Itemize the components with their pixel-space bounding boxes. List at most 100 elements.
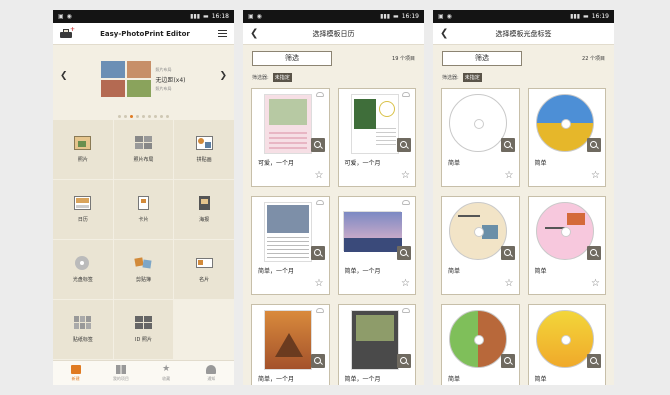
zoom-icon[interactable]	[310, 246, 325, 260]
carousel-dot-active[interactable]	[130, 115, 133, 118]
template-card[interactable]: 简单，一个月 ☆	[251, 304, 330, 385]
zoom-icon[interactable]	[587, 138, 601, 152]
disc-thumbnail	[449, 202, 507, 260]
tab-new[interactable]: 新建	[56, 364, 96, 382]
calendar-thumbnail	[350, 310, 399, 370]
template-card[interactable]: 简单 ☆	[527, 196, 606, 295]
template-card[interactable]: 简单，一个月 ☆	[337, 304, 416, 385]
disc-thumbnail	[449, 94, 507, 152]
template-label: 简单，一个月	[344, 268, 381, 275]
zoom-icon[interactable]	[587, 246, 601, 260]
carousel-dot[interactable]	[124, 115, 127, 118]
tile-photo[interactable]: 照片	[53, 120, 113, 179]
template-card[interactable]: 简单 ☆	[441, 304, 520, 385]
bottom-tab-bar: 新建 我的项目 ★ 收藏 通知	[53, 360, 234, 385]
filter-button[interactable]: 筛选	[252, 50, 332, 66]
tile-disc-label[interactable]: 光盘标签	[53, 240, 113, 299]
carousel-dot[interactable]	[154, 115, 157, 118]
zoom-icon[interactable]	[500, 354, 515, 368]
favorite-star-icon[interactable]: ☆	[591, 279, 600, 289]
printer-icon[interactable]: +	[60, 26, 75, 38]
cloud-download-icon	[402, 200, 410, 205]
scrapbook-icon	[134, 256, 152, 270]
menu-icon[interactable]	[218, 30, 227, 37]
template-card[interactable]: 简单，一个月 ☆	[337, 196, 416, 295]
tile-label: 卡片	[138, 217, 149, 223]
favorite-star-icon[interactable]: ☆	[505, 279, 514, 289]
carousel-dot[interactable]	[142, 115, 145, 118]
disc-thumbnail	[535, 94, 594, 152]
favorite-star-icon[interactable]: ☆	[401, 171, 410, 181]
template-label: 简单	[534, 376, 547, 383]
zoom-icon[interactable]	[587, 354, 601, 368]
carousel-dot[interactable]	[118, 115, 121, 118]
template-label: 简单，一个月	[344, 376, 381, 383]
tile-scrapbook[interactable]: 剪贴簿	[113, 240, 174, 299]
favorite-star-icon[interactable]: ☆	[315, 279, 324, 289]
chevron-right-icon[interactable]: ❯	[219, 71, 227, 81]
template-card[interactable]: 简单 ☆	[441, 88, 520, 187]
tab-notifications[interactable]: 通知	[191, 364, 231, 382]
template-card[interactable]: 简单 ☆	[527, 88, 606, 187]
template-card[interactable]: 简单 ☆	[441, 196, 520, 295]
tile-calendar[interactable]: 日历	[53, 180, 113, 239]
tile-business-card[interactable]: 名片	[174, 240, 234, 299]
filter-value-badge[interactable]: 未指定	[272, 72, 292, 82]
tab-label: 我的项目	[112, 375, 129, 381]
favorite-star-icon[interactable]: ☆	[591, 171, 600, 181]
zoom-icon[interactable]	[397, 246, 411, 260]
back-arrow-icon[interactable]: ❮	[250, 28, 260, 39]
back-arrow-icon[interactable]: ❮	[440, 28, 450, 39]
favorite-star-icon[interactable]: ☆	[401, 279, 410, 289]
template-card[interactable]: 可爱，一个月 ☆	[251, 88, 330, 187]
zoom-icon[interactable]	[397, 138, 411, 152]
template-card[interactable]: 可爱，一个月 ☆	[337, 88, 416, 187]
tile-card[interactable]: 卡片	[113, 180, 174, 239]
banner-carousel[interactable]: ❮ 照片布局 无边距(x4) 照片布局 ❯	[53, 45, 234, 113]
calendar-thumbnail	[264, 310, 312, 370]
status-bar: ▣ ◉ ▮▮▮ ▬ 16:18	[53, 10, 234, 23]
carousel-dot[interactable]	[148, 115, 151, 118]
card-icon	[135, 196, 152, 210]
cloud-download-icon	[402, 92, 410, 97]
favorite-star-icon[interactable]: ☆	[505, 171, 514, 181]
tab-my-projects[interactable]: 我的项目	[101, 364, 141, 382]
carousel-dot[interactable]	[136, 115, 139, 118]
tile-id-photo[interactable]: ID 照片	[113, 300, 174, 359]
tile-label: 名片	[199, 277, 210, 283]
signal-icon: ▮▮▮	[190, 13, 201, 20]
banner-caption: 照片布局	[155, 85, 172, 91]
status-time: 16:19	[401, 13, 419, 20]
tile-label: 照片	[77, 157, 88, 163]
battery-icon: ▬	[583, 13, 589, 20]
business-card-icon	[195, 256, 213, 270]
zoom-icon[interactable]	[500, 246, 515, 260]
notifications-icon	[206, 364, 217, 374]
phone-calendar-templates: ▣ ◉ ▮▮▮ ▬ 16:19 ❮ 选择模板日历 筛选 19 个项目 筛选器: 未指定…	[243, 10, 424, 385]
zoom-icon[interactable]	[310, 138, 325, 152]
filter-button[interactable]: 筛选	[442, 50, 522, 66]
chevron-left-icon[interactable]: ❮	[60, 71, 68, 81]
filter-value-badge[interactable]: 未指定	[462, 72, 482, 82]
template-label: 可爱，一个月	[258, 160, 295, 167]
zoom-icon[interactable]	[500, 138, 515, 152]
template-card[interactable]: 简单，一个月 ☆	[251, 196, 330, 295]
carousel-dot[interactable]	[166, 115, 169, 118]
item-count: 19 个项目	[392, 55, 415, 62]
template-label: 简单	[448, 160, 461, 167]
template-card[interactable]: 简单 ☆	[527, 304, 606, 385]
zoom-icon[interactable]	[310, 354, 325, 368]
zoom-icon[interactable]	[397, 354, 411, 368]
calendar-thumbnail	[342, 211, 402, 252]
tile-photo-layout[interactable]: 照片布局	[113, 120, 174, 179]
id-photo-icon	[134, 316, 152, 330]
tab-favorites[interactable]: ★ 收藏	[146, 364, 186, 382]
calendar-thumbnail	[264, 94, 312, 154]
tile-sticker[interactable]: 贴纸标签	[53, 300, 113, 359]
tile-poster[interactable]: 海报	[174, 180, 234, 239]
carousel-dot[interactable]	[160, 115, 163, 118]
banner-title: 无边距(x4)	[155, 76, 186, 84]
favorite-star-icon[interactable]: ☆	[315, 171, 324, 181]
tile-collage[interactable]: 拼贴画	[174, 120, 234, 179]
photo-layout-icon	[134, 136, 152, 150]
